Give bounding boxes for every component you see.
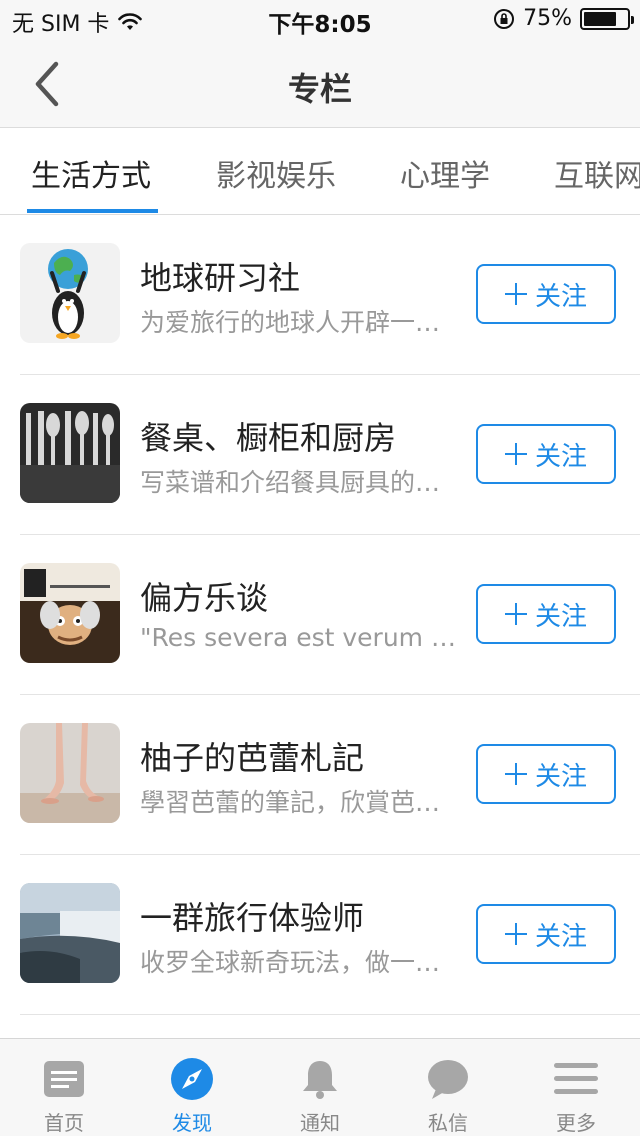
status-right: 75% (493, 6, 634, 31)
follow-button[interactable]: 关注 (476, 264, 616, 324)
column-thumbnail (20, 243, 120, 343)
column-title: 偏方乐谈 (140, 579, 269, 617)
home-icon (44, 1061, 84, 1097)
menu-icon (554, 1063, 598, 1094)
battery-fill (584, 11, 616, 26)
follow-label: 关注 (534, 761, 587, 792)
tab-home[interactable]: 首页 (0, 1039, 128, 1136)
follow-button[interactable]: 关注 (476, 584, 616, 644)
column-description: 为爱旅行的地球人开辟一个交流的空间 (140, 308, 458, 337)
category-tabs: 生活方式 影视娱乐 心理学 互联网 (0, 129, 640, 215)
follow-label: 关注 (534, 281, 587, 312)
column-description: "Res severa est verum gaudium" (140, 623, 458, 652)
plus-icon (504, 923, 527, 945)
tab-entertainment[interactable]: 影视娱乐 (216, 151, 336, 195)
plus-icon (504, 283, 527, 305)
tab-notifications[interactable]: 通知 (256, 1039, 384, 1136)
tab-lifestyle[interactable]: 生活方式 (31, 151, 151, 195)
list-item[interactable]: 餐桌、橱柜和厨房 写菜谱和介绍餐具厨具的专栏 关注 (0, 375, 640, 535)
tab-discover[interactable]: 发现 (128, 1039, 256, 1136)
tab-internet[interactable]: 互联网 (554, 151, 640, 195)
active-tab-indicator (27, 209, 158, 213)
divider (20, 1014, 640, 1015)
tab-label: 通知 (300, 1111, 340, 1135)
ballet-feet-image (20, 723, 120, 823)
tab-messages[interactable]: 私信 (384, 1039, 512, 1136)
column-description: 写菜谱和介绍餐具厨具的专栏 (140, 468, 458, 497)
list-item[interactable]: 柚子的芭蕾札記 學習芭蕾的筆記，欣賞芭蕾的心得 关注 (0, 695, 640, 855)
waterfall-image (20, 883, 120, 983)
plus-icon (504, 603, 527, 625)
battery-percent: 75% (523, 6, 572, 31)
column-description: 收罗全球新奇玩法，做一群旅行体验师 (140, 948, 458, 977)
column-description: 學習芭蕾的筆記，欣賞芭蕾的心得 (140, 788, 458, 817)
rotation-lock-icon (494, 8, 515, 29)
plus-icon (504, 443, 527, 465)
tab-psychology[interactable]: 心理学 (400, 151, 490, 195)
battery-cap (631, 15, 634, 24)
nav-bar: 专栏 (0, 40, 640, 128)
cutlery-image (20, 403, 120, 503)
follow-label: 关注 (534, 921, 587, 952)
column-thumbnail (20, 883, 120, 983)
follow-label: 关注 (534, 601, 587, 632)
column-thumbnail (20, 563, 120, 663)
plus-icon (504, 763, 527, 785)
list-item[interactable]: 一群旅行体验师 收罗全球新奇玩法，做一群旅行体验师 关注 (0, 855, 640, 1015)
column-title: 一群旅行体验师 (140, 899, 365, 937)
page-title: 专栏 (287, 70, 352, 108)
column-title: 餐桌、橱柜和厨房 (140, 419, 397, 457)
column-list: 地球研习社 为爱旅行的地球人开辟一个交流的空间 关注 (0, 215, 640, 1015)
follow-button[interactable]: 关注 (476, 744, 616, 804)
list-item[interactable]: 偏方乐谈 "Res severa est verum gaudium" 关注 (0, 535, 640, 695)
tab-label: 发现 (172, 1111, 212, 1135)
globe-penguin-image (20, 243, 120, 343)
tab-more[interactable]: 更多 (512, 1039, 640, 1136)
list-item[interactable]: 地球研习社 为爱旅行的地球人开辟一个交流的空间 关注 (0, 215, 640, 375)
follow-button[interactable]: 关注 (476, 424, 616, 484)
music-book-cover-image (20, 563, 120, 663)
tab-label: 首页 (44, 1111, 84, 1135)
follow-label: 关注 (534, 441, 587, 472)
bell-icon (303, 1061, 337, 1099)
compass-icon (171, 1058, 213, 1100)
chat-bubble-icon (428, 1060, 468, 1099)
column-title: 地球研习社 (140, 259, 301, 297)
column-thumbnail (20, 723, 120, 823)
follow-button[interactable]: 关注 (476, 904, 616, 964)
column-thumbnail (20, 403, 120, 503)
tab-label: 私信 (428, 1111, 468, 1135)
status-bar: 无 SIM 卡 下午8:05 75% (0, 0, 640, 40)
bottom-tab-bar: 首页 发现 通知 私信 更多 (0, 1038, 640, 1136)
tab-label: 更多 (556, 1111, 596, 1135)
battery-icon (580, 7, 634, 30)
column-title: 柚子的芭蕾札記 (140, 739, 365, 777)
